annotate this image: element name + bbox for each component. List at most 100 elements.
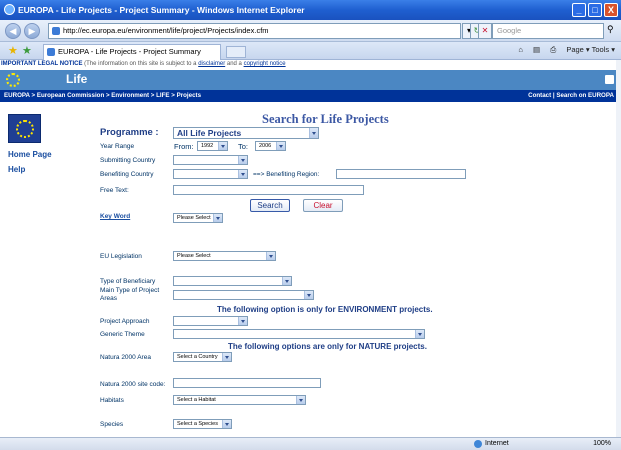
page-icon	[47, 48, 55, 56]
maximize-button[interactable]: □	[588, 3, 602, 17]
chevron-down-icon	[222, 353, 231, 361]
benefiting-region-label: ==> Benefiting Region:	[253, 171, 320, 178]
print-icon[interactable]	[605, 75, 614, 84]
chevron-down-icon	[304, 291, 313, 299]
project-approach-label: Project Approach	[100, 318, 150, 325]
chevron-down-icon	[415, 330, 424, 338]
legal-notice: IMPORTANT LEGAL NOTICE (The information …	[0, 60, 621, 69]
natura-area-label: Natura 2000 Area	[100, 354, 151, 361]
chevron-down-icon	[309, 128, 318, 138]
search-icon[interactable]: ⚲	[607, 24, 614, 35]
chevron-down-icon	[222, 420, 231, 428]
tab-bar: ★ ★ EUROPA - Life Projects - Project Sum…	[0, 42, 621, 60]
chevron-down-icon	[282, 277, 291, 285]
to-year-select[interactable]: 2006	[255, 141, 286, 151]
page-title: Search for Life Projects	[262, 112, 389, 126]
chevron-down-icon	[276, 142, 285, 150]
breadcrumb-path[interactable]: EUROPA > European Commission > Environme…	[4, 92, 201, 99]
main-type-label-1: Main Type of Project	[100, 287, 160, 294]
new-tab-button[interactable]	[226, 46, 246, 58]
add-favorite-icon[interactable]: ★	[22, 44, 32, 57]
url-text: http://ec.europa.eu/environment/life/pro…	[63, 26, 269, 35]
generic-theme-select[interactable]	[173, 329, 425, 339]
beneficiary-label: Type of Beneficiary	[100, 278, 156, 285]
tab-title: EUROPA - Life Projects - Project Summary	[58, 47, 201, 56]
command-labels[interactable]: Page ▾ Tools ▾	[566, 45, 615, 54]
keyword-select[interactable]: Please Select	[173, 213, 223, 223]
benefiting-country-select[interactable]	[173, 169, 248, 179]
natura-site-label: Natura 2000 site code:	[100, 381, 166, 388]
beneficiary-select[interactable]	[173, 276, 292, 286]
minimize-button[interactable]: _	[572, 3, 586, 17]
forward-button[interactable]: ▶	[24, 23, 40, 39]
natura-site-input[interactable]	[173, 378, 321, 388]
window-titlebar: EUROPA - Life Projects - Project Summary…	[0, 0, 621, 20]
back-button[interactable]: ◀	[5, 23, 21, 39]
submitting-country-select[interactable]	[173, 155, 248, 165]
from-year-select[interactable]: 1992	[197, 141, 228, 151]
project-approach-select[interactable]	[173, 316, 248, 326]
environment-note: The following option is only for ENVIRON…	[217, 305, 433, 314]
eu-stars-icon	[6, 73, 20, 87]
chevron-down-icon	[296, 396, 305, 404]
species-label: Species	[100, 421, 124, 428]
window-controls: _ □ X	[572, 3, 618, 17]
address-bar: ◀ ▶ http://ec.europa.eu/environment/life…	[0, 20, 621, 42]
chevron-down-icon	[238, 317, 247, 325]
legal-prefix: IMPORTANT LEGAL NOTICE	[1, 61, 83, 67]
search-placeholder: Google	[497, 26, 522, 35]
breadcrumb: EUROPA > European Commission > Environme…	[0, 90, 621, 102]
close-button[interactable]: X	[604, 3, 618, 17]
command-bar[interactable]: ⌂ ▤ ⎙ Page ▾ Tools ▾	[518, 45, 615, 55]
habitats-label: Habitats	[100, 397, 124, 404]
home-icon[interactable]: ⌂	[518, 45, 523, 54]
species-select[interactable]: Select a Species	[173, 419, 232, 429]
submitting-country-label: Submitting Country	[100, 157, 156, 164]
chevron-down-icon	[238, 156, 247, 164]
benefiting-country-label: Benefiting Country	[100, 171, 154, 178]
page-icon	[52, 27, 60, 35]
chevron-down-icon	[218, 142, 227, 150]
free-text-input[interactable]	[173, 185, 364, 195]
from-label: From:	[174, 142, 194, 151]
life-banner: Life	[0, 70, 621, 90]
chevron-down-icon	[266, 252, 275, 260]
programme-select[interactable]: All Life Projects	[173, 127, 319, 139]
copyright-link[interactable]: copyright notice	[244, 61, 286, 67]
chevron-down-icon	[213, 214, 222, 222]
tab-current[interactable]: EUROPA - Life Projects - Project Summary	[43, 44, 221, 60]
free-text-label: Free Text:	[100, 187, 129, 194]
favorites-star-icon[interactable]: ★	[8, 44, 18, 57]
internet-zone: Internet	[474, 438, 509, 450]
top-links[interactable]: Contact | Search on EUROPA	[528, 90, 614, 102]
feeds-icon[interactable]: ▤	[533, 45, 540, 54]
eu-legislation-label: EU Legislation	[100, 253, 142, 260]
chevron-down-icon	[238, 170, 247, 178]
zoom-level[interactable]: 100%	[593, 438, 611, 450]
search-input[interactable]: Google	[492, 23, 604, 39]
programme-label: Programme :	[100, 127, 159, 138]
url-field[interactable]: http://ec.europa.eu/environment/life/pro…	[48, 23, 461, 39]
nature-note: The following options are only for NATUR…	[228, 342, 427, 351]
year-range-label: Year Range	[100, 143, 135, 150]
vertical-scrollbar[interactable]	[616, 60, 621, 437]
disclaimer-link[interactable]: disclaimer	[198, 61, 225, 67]
keyword-link[interactable]: Key Word	[100, 213, 130, 220]
ie-logo-icon	[4, 4, 15, 15]
search-button[interactable]: Search	[250, 199, 290, 212]
print-icon[interactable]: ⎙	[550, 45, 556, 54]
clear-button[interactable]: Clear	[303, 199, 343, 212]
status-bar: Internet 100%	[0, 437, 621, 450]
to-label: To:	[238, 142, 249, 151]
natura-area-select[interactable]: Select a Country	[173, 352, 232, 362]
habitats-select[interactable]: Select a Habitat	[173, 395, 306, 405]
search-form: Search for Life Projects Programme : All…	[0, 102, 621, 437]
eu-legislation-select[interactable]: Please Select	[173, 251, 276, 261]
page-content: IMPORTANT LEGAL NOTICE (The information …	[0, 60, 621, 437]
generic-theme-label: Generic Theme	[100, 331, 145, 338]
window-title: EUROPA - Life Projects - Project Summary…	[18, 5, 305, 15]
main-type-select[interactable]	[173, 290, 314, 300]
main-type-label-2: Areas	[100, 295, 117, 302]
stop-icon[interactable]: ✕	[478, 23, 492, 39]
benefiting-region-input[interactable]	[336, 169, 466, 179]
